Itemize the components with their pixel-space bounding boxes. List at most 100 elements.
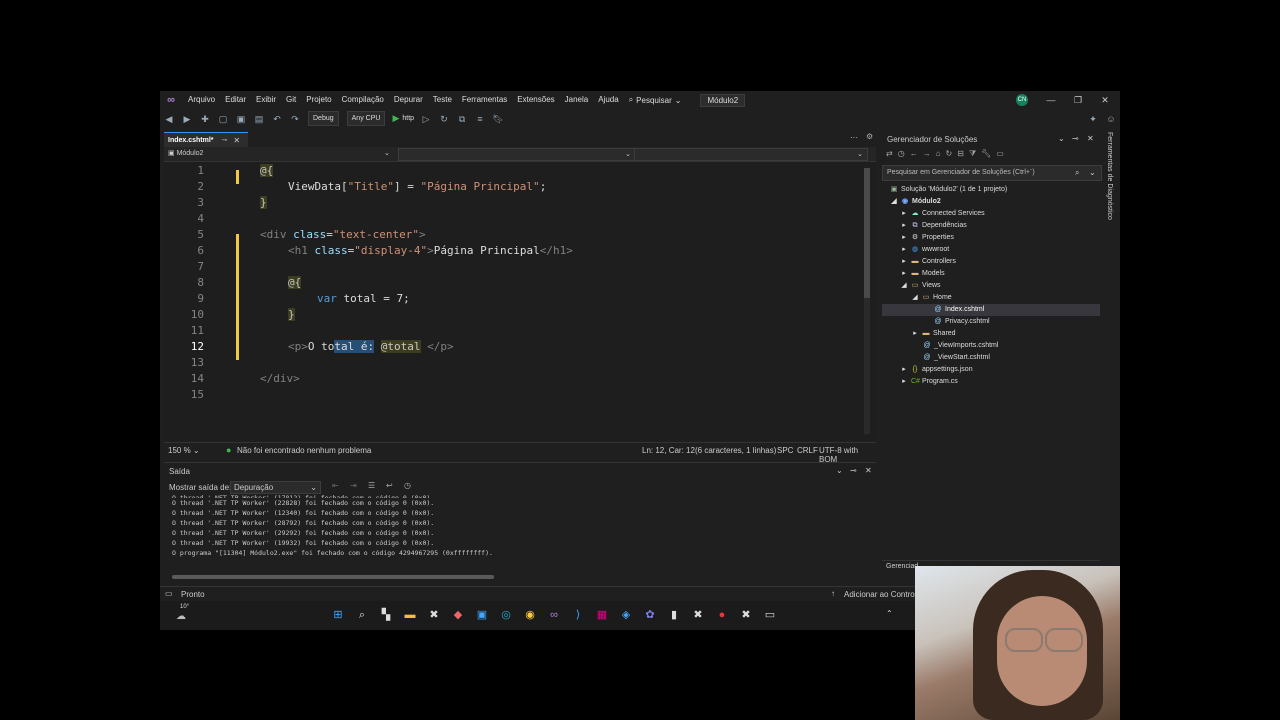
menu-ajuda[interactable]: Ajuda bbox=[593, 91, 623, 109]
menu-arquivo[interactable]: Arquivo bbox=[183, 91, 220, 109]
solution-search[interactable]: Pesquisar em Gerenciador de Soluções (Ct… bbox=[882, 165, 1102, 181]
task-view-icon[interactable]: ▚ bbox=[378, 607, 394, 623]
output-text[interactable]: O thread '.NET TP Worker' (17812) foi fe… bbox=[172, 493, 493, 558]
app-icon[interactable]: ◆ bbox=[450, 607, 466, 623]
chevron-up-icon[interactable]: ⌃ bbox=[886, 609, 893, 618]
terminal-icon[interactable]: ▭ bbox=[762, 607, 778, 623]
bookmark-icon[interactable]: 🔖︎ bbox=[491, 112, 505, 126]
chevron-down-icon[interactable]: ⌄ bbox=[836, 466, 843, 475]
next-message-icon[interactable]: ⇥ bbox=[350, 481, 357, 490]
menu-extensoes[interactable]: Extensões bbox=[512, 91, 559, 109]
overflow-icon[interactable]: ⋯ bbox=[850, 133, 858, 142]
tree-viewimports[interactable]: @ _ViewImports.cshtml bbox=[923, 340, 998, 352]
pin-icon[interactable]: ⊸ bbox=[222, 136, 228, 144]
app-icon[interactable]: ▦ bbox=[594, 607, 610, 623]
platform-select[interactable]: Any CPU bbox=[346, 111, 386, 126]
minimize-icon[interactable]: — bbox=[1044, 94, 1058, 106]
search-button[interactable]: ⌕ Pesquisar ⌄ bbox=[624, 95, 687, 105]
back-icon[interactable]: ◀ bbox=[162, 112, 176, 126]
preview-icon[interactable]: ▭ bbox=[996, 149, 1004, 162]
forward-icon[interactable]: → bbox=[923, 149, 931, 162]
tree-dependencies[interactable]: ▸ ⧉ Dependências bbox=[900, 220, 967, 232]
windows-start-icon[interactable]: ⊞ bbox=[330, 607, 346, 623]
menu-janela[interactable]: Janela bbox=[560, 91, 594, 109]
find-message-icon[interactable]: ⇤ bbox=[332, 481, 339, 490]
configuration-select[interactable]: Debug bbox=[308, 111, 339, 126]
tree-solution[interactable]: ▣ Solução 'Módulo2' (1 de 1 projeto) bbox=[890, 184, 1008, 196]
tree-program-cs[interactable]: ▸ C# Program.cs bbox=[900, 376, 958, 388]
code-editor[interactable]: 1 2 3 4 5 6 7 8 9 10 11 12 13 14 15 @{ V… bbox=[164, 162, 876, 441]
menu-ferramentas[interactable]: Ferramentas bbox=[457, 91, 512, 109]
back-icon[interactable]: ← bbox=[910, 149, 918, 162]
scrollbar-thumb[interactable] bbox=[864, 168, 870, 298]
timestamp-icon[interactable]: ◷ bbox=[404, 481, 411, 490]
gear-icon[interactable]: ⚙ bbox=[866, 132, 873, 141]
pin-icon[interactable]: ⊸ bbox=[850, 466, 857, 475]
file-explorer-icon[interactable]: ▬ bbox=[402, 607, 418, 623]
feedback-icon[interactable]: ☺ bbox=[1104, 112, 1118, 126]
clear-all-icon[interactable]: ☰ bbox=[368, 481, 375, 490]
app-icon[interactable]: ✖ bbox=[426, 607, 442, 623]
comment-icon[interactable]: ≡ bbox=[473, 112, 487, 126]
run-button[interactable]: ▶ http bbox=[392, 113, 414, 124]
menu-compilacao[interactable]: Compilação bbox=[337, 91, 389, 109]
tree-index-cshtml[interactable]: @ Index.cshtml bbox=[934, 304, 984, 316]
undo-icon[interactable]: ↶ bbox=[270, 112, 284, 126]
type-dropdown[interactable]: ⌄ bbox=[398, 148, 636, 161]
app-icon[interactable]: ✖ bbox=[738, 607, 754, 623]
member-dropdown[interactable]: ⌄ bbox=[634, 148, 868, 161]
collapse-icon[interactable]: ⊟ bbox=[957, 149, 964, 162]
copilot-icon[interactable]: ✦ bbox=[1086, 112, 1100, 126]
store-icon[interactable]: ▣ bbox=[474, 607, 490, 623]
chevron-down-icon[interactable]: ⌄ bbox=[1058, 134, 1065, 143]
save-icon[interactable]: ▣ bbox=[234, 112, 248, 126]
project-dropdown[interactable]: ▣ Módulo2 bbox=[168, 148, 203, 159]
close-icon[interactable]: ✕ bbox=[1087, 134, 1094, 143]
tab-index-cshtml[interactable]: Index.cshtml* ⊸ ✕ bbox=[164, 132, 248, 147]
vertical-scrollbar[interactable] bbox=[864, 168, 870, 434]
wrench-icon[interactable]: 🔧︎ bbox=[981, 149, 991, 162]
refresh-icon[interactable]: ↻ bbox=[437, 112, 451, 126]
redo-icon[interactable]: ↷ bbox=[288, 112, 302, 126]
visual-studio-icon[interactable]: ∞ bbox=[546, 607, 562, 623]
tree-shared[interactable]: ▸ ▬ Shared bbox=[911, 328, 955, 340]
avatar[interactable]: CN bbox=[1016, 94, 1028, 106]
close-icon[interactable]: ✕ bbox=[865, 466, 872, 475]
app-icon[interactable]: ● bbox=[714, 607, 730, 623]
diagnostic-tools-tab[interactable]: Ferramentas de Diagnóstico bbox=[1102, 132, 1116, 232]
teams-icon[interactable]: ✿ bbox=[642, 607, 658, 623]
tree-connected-services[interactable]: ▸ ☁ Connected Services bbox=[900, 208, 984, 220]
edge-icon[interactable]: ◎ bbox=[498, 607, 514, 623]
tree-viewstart[interactable]: @ _ViewStart.cshtml bbox=[923, 352, 989, 364]
start-without-debug-icon[interactable]: ▷ bbox=[419, 112, 433, 126]
sync-icon[interactable]: ⇄ bbox=[886, 149, 893, 162]
menu-depurar[interactable]: Depurar bbox=[389, 91, 428, 109]
maximize-icon[interactable]: ❐ bbox=[1071, 94, 1085, 106]
line-ending[interactable]: CRLF bbox=[797, 446, 818, 455]
add-source-control[interactable]: Adicionar ao Controle bbox=[844, 590, 921, 599]
filter-icon[interactable]: ⧩ bbox=[969, 149, 976, 162]
tree-appsettings[interactable]: ▸ {} appsettings.json bbox=[900, 364, 972, 376]
menu-exibir[interactable]: Exibir bbox=[251, 91, 281, 109]
open-icon[interactable]: ▢ bbox=[216, 112, 230, 126]
home-icon[interactable]: ⌂ bbox=[936, 149, 941, 162]
browser-link-icon[interactable]: ⧉ bbox=[455, 112, 469, 126]
tree-properties[interactable]: ▸ ⚙ Properties bbox=[900, 232, 954, 244]
chrome-icon[interactable]: ◉ bbox=[522, 607, 538, 623]
app-icon[interactable]: ✖ bbox=[690, 607, 706, 623]
cursor-info[interactable]: Ln: 12, Car: 12 bbox=[642, 446, 695, 455]
horizontal-scrollbar[interactable] bbox=[172, 575, 494, 579]
save-all-icon[interactable]: ▤ bbox=[252, 112, 266, 126]
whitespace-mode[interactable]: SPC bbox=[777, 446, 793, 455]
tree-home[interactable]: ◢ ▭ Home bbox=[911, 292, 951, 304]
zoom-select[interactable]: 150 % ⌄ bbox=[168, 446, 200, 455]
forward-icon[interactable]: ▶ bbox=[180, 112, 194, 126]
word-wrap-icon[interactable]: ↩ bbox=[386, 481, 393, 490]
menu-teste[interactable]: Teste bbox=[428, 91, 457, 109]
pin-icon[interactable]: ⊸ bbox=[1072, 134, 1079, 143]
history-icon[interactable]: ◷ bbox=[898, 149, 905, 162]
status-message[interactable]: Não foi encontrado nenhum problema bbox=[237, 446, 371, 455]
close-tab-icon[interactable]: ✕ bbox=[233, 136, 240, 145]
app-icon[interactable]: ◈ bbox=[618, 607, 634, 623]
refresh-icon[interactable]: ↻ bbox=[946, 149, 953, 162]
